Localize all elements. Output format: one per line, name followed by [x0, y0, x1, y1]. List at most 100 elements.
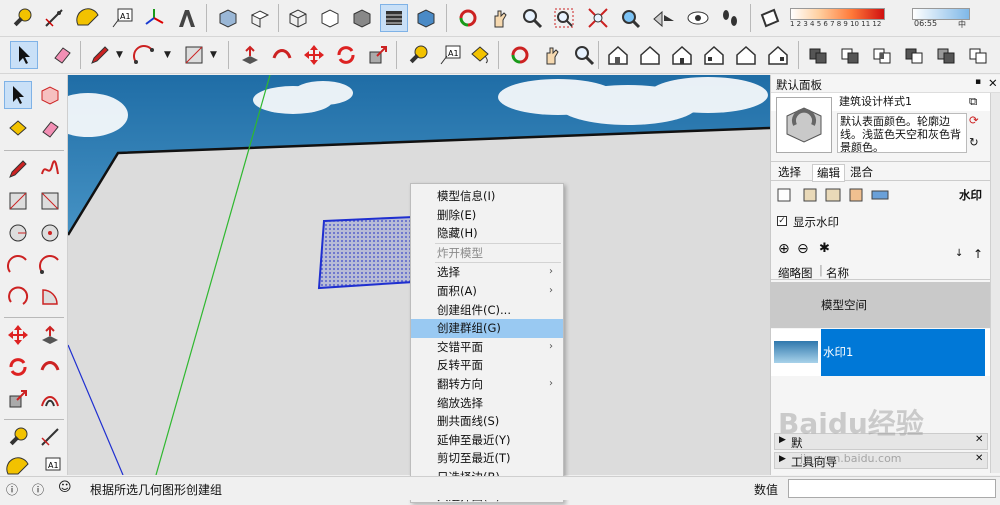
text-2-icon[interactable]: A1	[436, 41, 464, 69]
zoom-extents-icon[interactable]	[584, 4, 612, 32]
left-polygon-icon[interactable]	[36, 219, 64, 247]
orbit-2-icon[interactable]	[506, 41, 534, 69]
view-iso-house-icon[interactable]	[604, 41, 632, 69]
left-rectangle-icon[interactable]	[4, 187, 32, 215]
arc-dropdown-icon[interactable]: ▼	[164, 50, 171, 60]
menu-item[interactable]: 翻转方向 ›	[411, 375, 563, 394]
trim-icon[interactable]	[900, 41, 928, 69]
menu-item[interactable]: 反转平面	[411, 356, 563, 375]
shadow-time-slider[interactable]	[790, 8, 885, 20]
left-pie-icon[interactable]	[36, 283, 64, 311]
left-tape-icon[interactable]	[4, 423, 32, 451]
view-right-house-icon[interactable]	[700, 41, 728, 69]
left-make-component-icon[interactable]	[36, 81, 64, 109]
user-icon[interactable]: ☺	[58, 480, 72, 495]
measurements-input[interactable]	[788, 479, 996, 498]
left-rotated-rect-icon[interactable]	[36, 187, 64, 215]
zoom-2-icon[interactable]	[570, 41, 598, 69]
arc-icon[interactable]	[130, 41, 158, 69]
tray-close-icon[interactable]: ✕	[988, 76, 998, 90]
view-left-house-icon[interactable]	[764, 41, 792, 69]
left-2pt-arc-icon[interactable]	[36, 251, 64, 279]
menu-item[interactable]: 删除(E)	[411, 206, 563, 225]
view-back-house-icon[interactable]	[732, 41, 760, 69]
select-arrow-icon[interactable]	[10, 41, 38, 69]
left-paint-icon[interactable]	[4, 115, 32, 143]
remove-watermark-icon[interactable]: ⊖	[797, 241, 809, 257]
shaded-texture-icon[interactable]	[380, 4, 408, 32]
rotate-icon[interactable]	[332, 41, 360, 69]
rectangle-dropdown-icon[interactable]: ▼	[210, 50, 217, 60]
left-follow-me-icon[interactable]	[36, 353, 64, 381]
previous-view-icon[interactable]	[616, 4, 644, 32]
tray-scrollbar[interactable]	[990, 93, 1000, 473]
outer-shell-icon[interactable]	[964, 41, 992, 69]
zoom-icon[interactable]	[518, 4, 546, 32]
pan-icon[interactable]	[486, 4, 514, 32]
left-freehand-icon[interactable]	[36, 155, 64, 183]
left-circle-icon[interactable]	[4, 219, 32, 247]
follow-me-icon[interactable]	[268, 41, 296, 69]
intersect-icon[interactable]	[868, 41, 896, 69]
walk-icon[interactable]	[716, 4, 744, 32]
list-row-watermark[interactable]: 水印1	[771, 329, 1000, 376]
tab-select[interactable]: 选择	[778, 164, 801, 180]
pan-2-icon[interactable]	[538, 41, 566, 69]
menu-item[interactable]: 创建群组(G)	[411, 319, 563, 338]
menu-item[interactable]: 剪切至最近(T)	[411, 449, 563, 468]
left-select-icon[interactable]	[4, 81, 32, 109]
paint-bucket-icon[interactable]	[466, 41, 494, 69]
zoom-window-icon[interactable]	[550, 4, 578, 32]
menu-item[interactable]: 缩放选择	[411, 394, 563, 413]
tape-measure-icon[interactable]	[8, 4, 36, 32]
credits-icon[interactable]: ⓘ	[32, 481, 44, 498]
watermark-settings-icon[interactable]: ✱	[819, 241, 830, 256]
view-front-house-icon[interactable]	[668, 41, 696, 69]
pin-icon[interactable]: ▪	[975, 77, 981, 87]
left-line-icon[interactable]	[4, 155, 32, 183]
dimension-icon[interactable]	[40, 4, 68, 32]
look-around-icon[interactable]	[684, 4, 712, 32]
list-row-model-space[interactable]: 模型空间	[771, 282, 1000, 328]
tape-measure-2-icon[interactable]	[404, 41, 432, 69]
move-icon[interactable]	[300, 41, 328, 69]
push-pull-icon[interactable]	[236, 41, 264, 69]
view-top-house-icon[interactable]	[636, 41, 664, 69]
top-view-icon[interactable]	[246, 4, 274, 32]
menu-item[interactable]: 隐藏(H)	[411, 224, 563, 243]
left-eraser-icon[interactable]	[36, 115, 64, 143]
left-offset-icon[interactable]	[36, 385, 64, 413]
menu-item[interactable]: 选择 ›	[411, 263, 563, 282]
menu-item[interactable]: 延伸至最近(Y)	[411, 431, 563, 450]
position-camera-icon[interactable]	[650, 4, 678, 32]
left-scale-icon[interactable]	[4, 385, 32, 413]
protractor-icon[interactable]	[74, 4, 102, 32]
collapsed-1-close-icon[interactable]: ✕	[975, 434, 983, 445]
hidden-line-icon[interactable]	[316, 4, 344, 32]
union-icon[interactable]	[804, 41, 832, 69]
collapsed-2-close-icon[interactable]: ✕	[975, 453, 983, 464]
create-style-icon[interactable]: ⧉	[969, 94, 977, 109]
tab-mix[interactable]: 混合	[850, 164, 873, 180]
update-style-icon[interactable]: ⟳	[969, 113, 979, 127]
iso-view-icon[interactable]	[214, 4, 242, 32]
move-down-icon[interactable]: ↓	[955, 248, 963, 259]
text-icon[interactable]: A1	[108, 4, 136, 32]
menu-item[interactable]: 面积(A) ›	[411, 282, 563, 301]
menu-item[interactable]: 交错平面 ›	[411, 338, 563, 357]
menu-item[interactable]: 创建组件(C)...	[411, 301, 563, 320]
pencil-icon[interactable]	[86, 41, 114, 69]
left-rotate-icon[interactable]	[4, 353, 32, 381]
orbit-icon[interactable]	[454, 4, 482, 32]
menu-item[interactable]: 删共面线(S)	[411, 412, 563, 431]
geolocation-icon[interactable]: ⓘ	[6, 481, 18, 498]
show-watermark-checkbox[interactable]: ✓	[777, 216, 787, 226]
left-3pt-arc-icon[interactable]	[4, 283, 32, 311]
rectangle-icon[interactable]	[180, 41, 208, 69]
pencil-dropdown-icon[interactable]: ▼	[116, 50, 123, 60]
move-up-icon[interactable]: ↑	[973, 247, 983, 261]
eraser-icon[interactable]	[48, 41, 76, 69]
section-plane-icon[interactable]	[756, 4, 784, 32]
left-move-icon[interactable]	[4, 321, 32, 349]
subtract-icon[interactable]	[836, 41, 864, 69]
